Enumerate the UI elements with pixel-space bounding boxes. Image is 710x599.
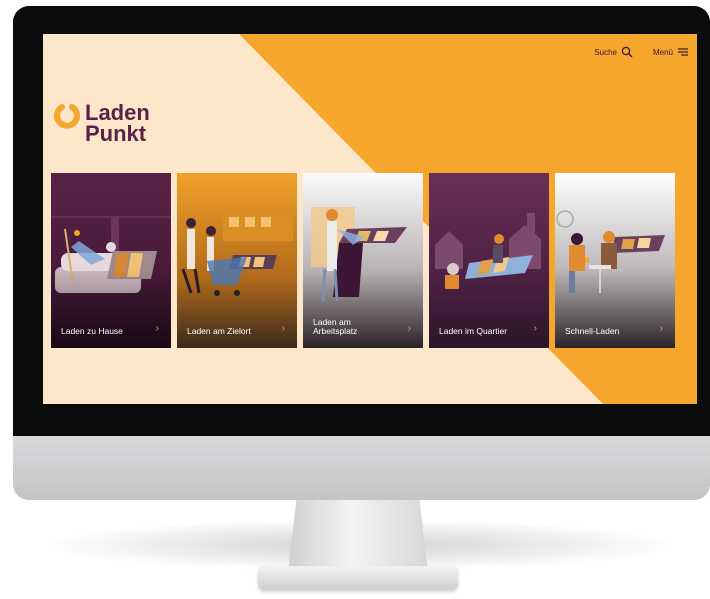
top-navigation: Suche Menü xyxy=(580,46,689,58)
logo-mark-icon xyxy=(54,104,80,129)
card-schnell-laden[interactable]: Schnell-Laden › xyxy=(555,173,675,348)
monitor-stand-neck xyxy=(288,500,428,572)
card-label: Laden im Quartier xyxy=(439,326,508,336)
menu-icon xyxy=(678,48,688,56)
search-icon xyxy=(621,46,633,58)
card-label: Laden am Arbeitsplatz xyxy=(313,317,358,336)
menu-button[interactable]: Menü xyxy=(653,46,689,58)
chevron-right-icon: › xyxy=(155,323,159,334)
card-illustration-destination xyxy=(177,173,297,348)
menu-label: Menü xyxy=(652,47,673,57)
search-label: Suche xyxy=(594,47,617,57)
logo-line-1: Laden xyxy=(85,100,150,125)
card-label: Schnell-Laden xyxy=(565,326,620,336)
logo-line-2: Punkt xyxy=(85,121,147,146)
card-illustration-home xyxy=(51,173,171,348)
card-label: Laden am Zielort xyxy=(187,326,251,336)
chevron-right-icon: › xyxy=(407,323,411,334)
chevron-right-icon: › xyxy=(659,323,663,334)
card-illustration-neighborhood xyxy=(429,173,549,348)
card-laden-zu-hause[interactable]: Laden zu Hause › xyxy=(51,173,171,348)
chevron-right-icon: › xyxy=(533,323,537,334)
chevron-right-icon: › xyxy=(281,323,285,334)
card-laden-im-quartier[interactable]: Laden im Quartier › xyxy=(429,173,549,348)
category-cards: Laden zu Hause › Laden am Zielort › Lade… xyxy=(51,173,676,348)
search-button[interactable]: Suche xyxy=(594,46,633,58)
card-label: Laden zu Hause xyxy=(61,326,123,336)
monitor-chin xyxy=(13,436,710,500)
ladenpunkt-logo[interactable]: Laden Punkt xyxy=(53,100,150,146)
logo-wordmark: Laden Punkt xyxy=(85,100,150,146)
card-laden-am-zielort[interactable]: Laden am Zielort › xyxy=(177,173,297,348)
website-screen: Suche Menü Laden Punkt Laden zu Hause › … xyxy=(43,34,697,404)
card-illustration-fast-charging xyxy=(555,173,675,348)
card-laden-am-arbeitsplatz[interactable]: Laden am Arbeitsplatz › xyxy=(303,173,423,348)
monitor-stand-foot xyxy=(258,566,458,590)
